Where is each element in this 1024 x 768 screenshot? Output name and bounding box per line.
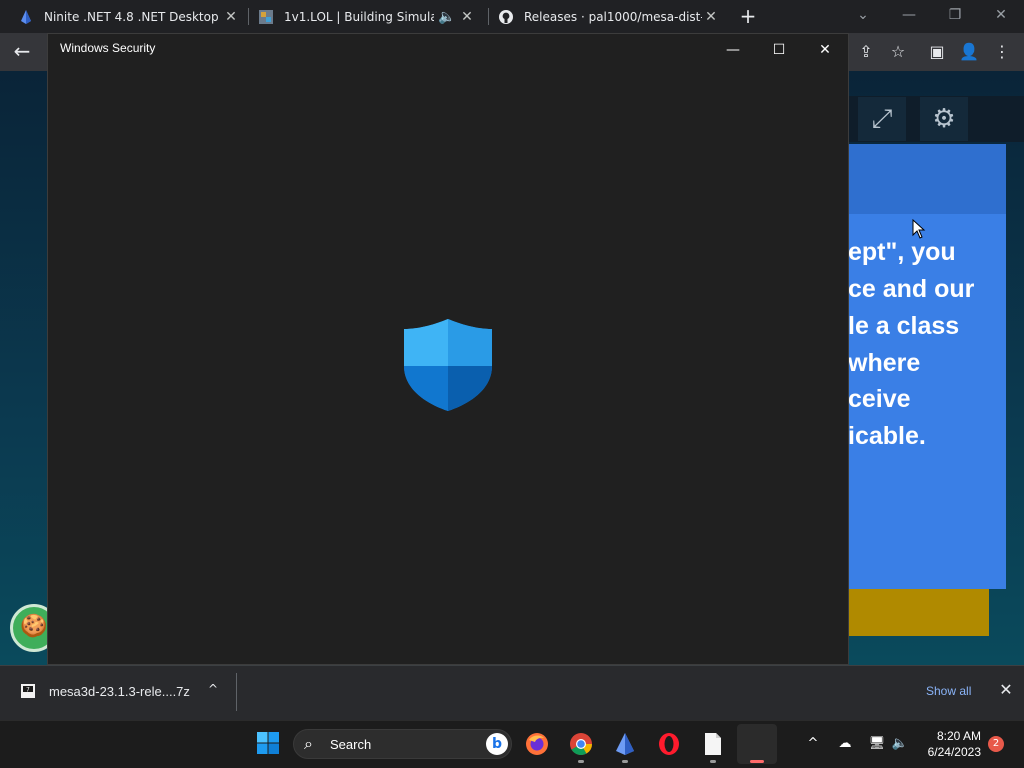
tab-search-chevron-down-icon[interactable]: ⌄: [840, 0, 886, 33]
consent-panel-header: [848, 144, 1006, 214]
gear-icon[interactable]: ⚙: [920, 97, 968, 141]
side-panel-icon[interactable]: ▣: [927, 42, 947, 62]
clock-date[interactable]: 6/24/2023: [918, 745, 981, 759]
windows-security-taskbar-button[interactable]: [737, 724, 777, 764]
consent-text-line: ceive: [848, 385, 911, 413]
more-menu-icon[interactable]: ⋮: [992, 42, 1012, 62]
tab-title: Releases · pal1000/mesa-dist-win: [524, 9, 702, 24]
tab-github-releases[interactable]: Releases · pal1000/mesa-dist-win ✕: [480, 0, 728, 33]
ninite-icon: [21, 9, 31, 24]
mouse-cursor-icon: [912, 219, 926, 239]
consent-text-line: ept", you: [848, 238, 956, 266]
windows-start-icon[interactable]: [256, 731, 280, 755]
browser-restore-button[interactable]: ❐: [932, 0, 978, 33]
play-button-partial[interactable]: [848, 589, 989, 636]
download-options-chevron-up-icon[interactable]: ^: [204, 682, 222, 696]
game-icon: [259, 9, 273, 24]
dialog-maximize-button[interactable]: ☐: [756, 36, 802, 64]
consent-text-line: icable.: [848, 422, 926, 450]
bookmark-star-icon[interactable]: ☆: [888, 42, 908, 62]
onedrive-cloud-icon[interactable]: ☁: [836, 735, 854, 753]
profile-avatar-icon[interactable]: 👤: [959, 42, 979, 62]
ninite-running-indicator: [622, 760, 628, 763]
firefox-icon[interactable]: [524, 731, 550, 757]
search-icon: ⌕: [304, 734, 313, 753]
windows-security-shield-icon: [404, 319, 492, 411]
download-separator: [236, 673, 237, 711]
notification-badge[interactable]: 2: [988, 736, 1004, 752]
chrome-icon[interactable]: [568, 731, 594, 757]
file-document-icon[interactable]: [700, 731, 726, 757]
tab-ninite[interactable]: Ninite .NET 4.8 .NET Desktop Ru ✕: [0, 0, 248, 33]
close-download-bar-button[interactable]: ✕: [996, 680, 1016, 699]
tab-1v1lol[interactable]: 1v1.LOL | Building Simulator, 🔈 ✕: [240, 0, 488, 33]
chrome-running-indicator: [578, 760, 584, 763]
close-tab-icon[interactable]: ✕: [458, 9, 476, 25]
consent-text-line: ce and our: [848, 275, 975, 303]
new-tab-button[interactable]: +: [736, 4, 760, 28]
show-all-downloads-link[interactable]: Show all: [926, 684, 971, 698]
github-icon: [499, 9, 513, 24]
dialog-minimize-button[interactable]: —: [710, 36, 756, 64]
clock-time[interactable]: 8:20 AM: [933, 729, 981, 743]
dialog-close-button[interactable]: ✕: [802, 36, 848, 64]
consent-text-line: where: [848, 349, 921, 377]
dialog-title: Windows Security: [60, 41, 156, 55]
download-file-name[interactable]: mesa3d-23.1.3-rele....7z: [49, 684, 190, 699]
show-hidden-icons-chevron-up-icon[interactable]: ^: [804, 735, 822, 753]
tab-title: Ninite .NET 4.8 .NET Desktop Ru: [44, 9, 222, 24]
tab-title: 1v1.LOL | Building Simulator,: [284, 9, 434, 24]
taskbar-search-box[interactable]: [293, 729, 512, 759]
speaker-icon[interactable]: 🔈: [438, 9, 456, 25]
search-placeholder: Search: [330, 737, 372, 752]
consent-panel: ept", you ce and our le a class where ce…: [848, 214, 1006, 589]
browser-minimize-button[interactable]: —: [886, 0, 932, 33]
close-tab-icon[interactable]: ✕: [222, 9, 240, 25]
active-app-indicator: [750, 760, 764, 763]
volume-icon[interactable]: 🔈: [891, 735, 909, 753]
consent-text-line: le a class: [848, 312, 960, 340]
fullscreen-icon[interactable]: ⤢: [858, 97, 906, 141]
file-running-indicator: [710, 760, 716, 763]
close-tab-icon[interactable]: ✕: [702, 9, 720, 25]
ninite-taskbar-icon[interactable]: [612, 731, 638, 757]
opera-icon[interactable]: [656, 731, 682, 757]
network-icon[interactable]: 🖥: [868, 735, 886, 753]
archive-file-icon: 7: [21, 684, 35, 698]
back-button[interactable]: ←: [10, 39, 34, 63]
browser-close-button[interactable]: ✕: [978, 0, 1024, 33]
share-icon[interactable]: ⇪: [856, 42, 876, 62]
bing-icon[interactable]: b: [486, 733, 508, 755]
svg-text:7: 7: [26, 687, 30, 694]
